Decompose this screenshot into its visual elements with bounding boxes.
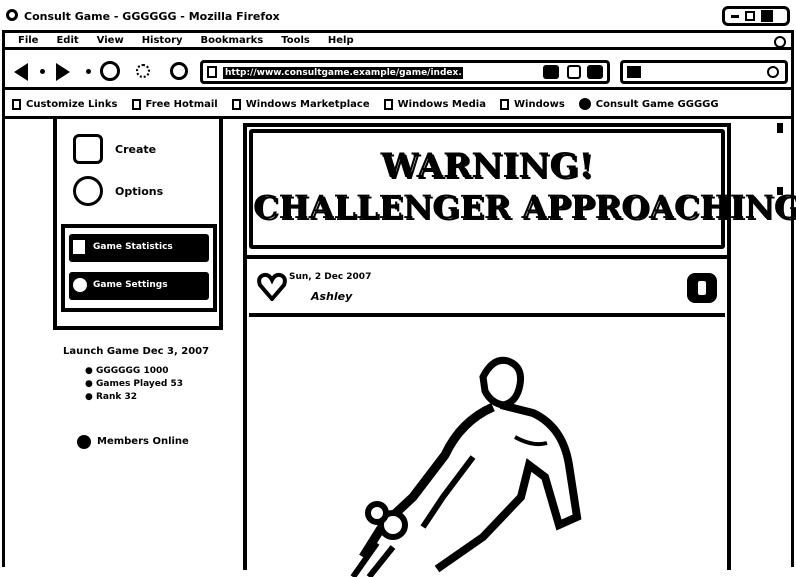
globe-icon	[578, 98, 591, 110]
page-icon	[500, 98, 509, 110]
reload-icon[interactable]	[100, 61, 120, 81]
online-dot-icon	[77, 435, 91, 449]
menu-view[interactable]: View	[97, 35, 124, 46]
options-icon[interactable]	[73, 176, 103, 206]
card-date: Sun, 2 Dec 2007	[289, 272, 372, 282]
page-icon	[383, 98, 393, 110]
menu-edit[interactable]: Edit	[56, 35, 78, 46]
stat-line: ● Rank 32	[85, 392, 138, 402]
create-icon[interactable]	[73, 134, 103, 164]
scrollbar[interactable]	[777, 123, 787, 203]
members-online[interactable]: Members Online	[77, 435, 189, 449]
nav-toolbar: http://www.consultgame.example/game/inde…	[4, 54, 792, 90]
menu-bookmarks[interactable]: Bookmarks	[201, 35, 264, 46]
page-icon	[207, 66, 217, 78]
gear-icon	[73, 278, 87, 292]
menu-file[interactable]: File	[18, 35, 38, 46]
stat-line: ● GGGGGG 1000	[85, 366, 169, 376]
game-settings-item[interactable]: Game Settings	[69, 272, 209, 300]
address-text: http://www.consultgame.example/game/inde…	[225, 68, 461, 78]
menu-bar: File Edit View History Bookmarks Tools H…	[4, 34, 792, 50]
banner-line-1: WARNING!	[380, 146, 594, 186]
chart-icon	[73, 240, 85, 254]
stop-icon[interactable]	[136, 64, 150, 78]
search-box[interactable]	[620, 60, 788, 84]
stat-line: ● Games Played 53	[85, 379, 183, 389]
bookmark-windows-marketplace[interactable]: Windows Marketplace	[231, 98, 370, 110]
scroll-tick	[777, 187, 783, 195]
page-icon	[12, 98, 21, 110]
sidebar-item-label: Options	[115, 185, 164, 198]
star-icon[interactable]	[567, 65, 581, 79]
sidebar-item-options[interactable]: Options	[73, 176, 213, 206]
sidebar-panel: Create Options Game Statistics Game Sett…	[53, 116, 223, 330]
divider	[247, 255, 727, 259]
banner-line-2: CHALLENGER APPROACHING!	[253, 188, 796, 226]
page-icon	[131, 98, 141, 110]
match-card-header: Sun, 2 Dec 2007 Ashley	[249, 265, 725, 317]
window-title: Consult Game - GGGGGG - Mozilla Firefox	[24, 10, 280, 23]
menu-help[interactable]: Help	[328, 35, 354, 46]
forward-icon[interactable]	[56, 63, 70, 81]
dropdown-icon[interactable]	[40, 69, 45, 74]
sidebar-stats-list: ● GGGGGG 1000 ● Games Played 53 ● Rank 3…	[85, 367, 183, 402]
menu-history[interactable]: History	[142, 35, 183, 46]
page-content: Create Options Game Statistics Game Sett…	[5, 116, 796, 577]
firefox-icon	[6, 9, 18, 21]
bookmark-free-hotmail[interactable]: Free Hotmail	[131, 98, 218, 110]
rss-icon[interactable]	[543, 65, 559, 79]
scroll-tick	[777, 123, 783, 133]
card-status: Ashley	[311, 290, 353, 303]
info-icon	[698, 281, 706, 295]
sidebar-item-label: Create	[115, 143, 157, 156]
bookmark-customize-links[interactable]: Customize Links	[12, 98, 118, 110]
sidebar-highlight-box: Game Statistics Game Settings	[61, 224, 217, 312]
warning-banner: WARNING! CHALLENGER APPROACHING!	[249, 129, 796, 249]
fighter-illustration	[333, 347, 673, 577]
game-settings-label: Game Settings	[93, 280, 168, 290]
minimize-icon[interactable]	[731, 14, 739, 18]
maximize-icon[interactable]	[745, 11, 755, 21]
bookmark-windows-media[interactable]: Windows Media	[383, 98, 486, 110]
game-statistics-item[interactable]: Game Statistics	[69, 234, 209, 262]
sidebar-footer-title: Launch Game Dec 3, 2007	[63, 346, 210, 357]
card-action-button[interactable]	[687, 273, 717, 303]
back-icon[interactable]	[14, 63, 28, 81]
bookmark-consult-game[interactable]: Consult Game GGGGG	[578, 98, 719, 110]
address-bar[interactable]: http://www.consultgame.example/game/inde…	[200, 60, 610, 84]
throbber-icon	[774, 36, 786, 48]
main-column: WARNING! CHALLENGER APPROACHING! Sun, 2 …	[243, 123, 796, 577]
window-controls[interactable]	[722, 6, 790, 26]
search-icon[interactable]	[767, 66, 779, 78]
menu-tools[interactable]: Tools	[281, 35, 310, 46]
sidebar-item-create[interactable]: Create	[73, 134, 213, 164]
close-icon[interactable]	[761, 10, 773, 22]
heart-icon	[257, 271, 287, 301]
dropdown-icon-2[interactable]	[86, 69, 91, 74]
search-engine-icon[interactable]	[627, 66, 641, 78]
home-icon[interactable]	[170, 62, 188, 80]
title-bar: Consult Game - GGGGGG - Mozilla Firefox	[0, 0, 796, 32]
bookmark-windows[interactable]: Windows	[500, 98, 565, 110]
go-icon[interactable]	[587, 65, 603, 79]
game-statistics-label: Game Statistics	[93, 242, 173, 252]
page-icon	[231, 98, 241, 110]
bookmarks-bar: Customize Links Free Hotmail Windows Mar…	[4, 93, 792, 115]
